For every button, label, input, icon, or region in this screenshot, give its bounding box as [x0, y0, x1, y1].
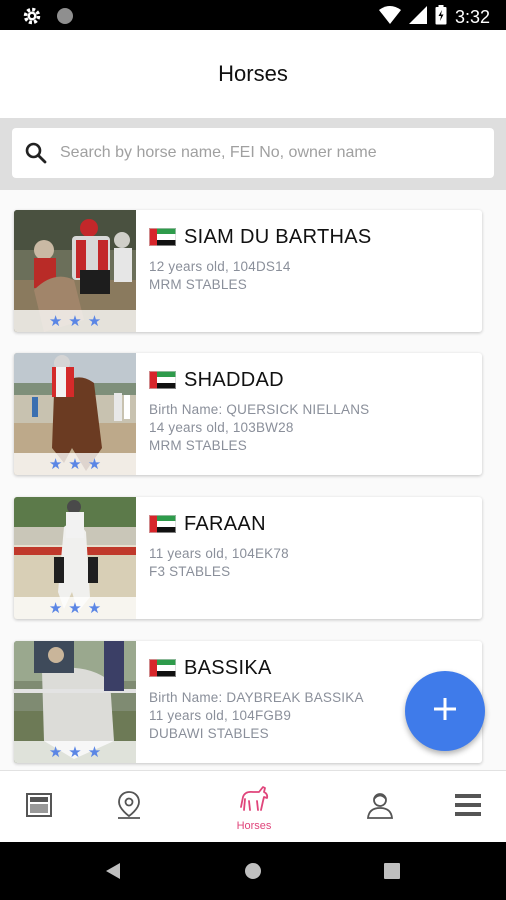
recents-icon[interactable] — [384, 863, 400, 884]
wifi-icon — [378, 5, 401, 30]
nav-item-location[interactable] — [104, 771, 154, 843]
star-icon: ★ — [87, 313, 102, 330]
rider-icon — [365, 790, 395, 825]
star-icon: ★ — [48, 600, 63, 617]
battery-icon — [435, 5, 447, 30]
plus-icon — [432, 696, 458, 727]
menu-icon — [454, 792, 482, 823]
signal-icon — [408, 6, 427, 29]
horse-name: SIAM DU BARTHAS — [184, 225, 372, 248]
horse-card[interactable]: ★ ★ ★ SIAM DU BARTHAS 12 years old, 104DS1… — [14, 210, 482, 332]
star-icon: ★ — [68, 600, 82, 617]
home-icon[interactable] — [244, 862, 262, 885]
horse-detail: 11 years old, 104EK78 — [149, 546, 289, 561]
horse-stable: MRM STABLES — [149, 277, 247, 292]
star-icon: ★ — [87, 456, 102, 473]
uae-flag-icon — [149, 228, 176, 246]
horse-detail: 14 years old, 103BW28 — [149, 420, 294, 435]
nav-item-news[interactable] — [14, 771, 64, 843]
star-icon: ★ — [48, 313, 63, 330]
star-rating: ★ ★ ★ — [14, 453, 136, 475]
status-bar: 3:32 — [0, 0, 506, 30]
horse-detail: 12 years old, 104DS14 — [149, 259, 291, 274]
location-pin-icon — [115, 790, 143, 825]
star-rating: ★ ★ ★ — [14, 310, 136, 332]
settings-icon — [22, 6, 42, 31]
news-icon — [25, 791, 53, 824]
nav-item-profile[interactable] — [355, 771, 405, 843]
status-time: 3:32 — [454, 7, 490, 27]
back-icon[interactable] — [104, 862, 122, 885]
page-title: Horses — [218, 61, 288, 86]
horse-name: BASSIKA — [184, 656, 272, 679]
star-icon: ★ — [48, 456, 63, 473]
horse-stable: F3 STABLES — [149, 564, 231, 579]
search-icon[interactable] — [12, 141, 60, 165]
circle-icon — [56, 7, 74, 30]
search-bar — [0, 118, 506, 190]
system-nav-bar — [0, 842, 506, 900]
horse-name: SHADDAD — [184, 368, 284, 391]
star-icon: ★ — [68, 744, 82, 761]
star-icon: ★ — [68, 313, 82, 330]
star-icon: ★ — [87, 600, 102, 617]
nav-item-menu[interactable] — [443, 771, 493, 843]
horse-card[interactable]: ★ ★ ★ SHADDAD Birth Name: QUERSICK NIELLAN… — [14, 353, 482, 475]
uae-flag-icon — [149, 659, 176, 677]
star-rating: ★ ★ ★ — [14, 741, 136, 763]
app-header: Horses — [0, 30, 506, 118]
nav-item-horses[interactable]: Horses — [222, 771, 286, 843]
horse-name: FARAAN — [184, 512, 266, 535]
star-icon: ★ — [87, 744, 102, 761]
search-box[interactable] — [12, 128, 494, 178]
horse-card[interactable]: ★ ★ ★ FARAAN 11 years old, 104EK78 F3 STAB… — [14, 497, 482, 619]
star-icon: ★ — [68, 456, 82, 473]
bottom-nav: Horses — [0, 770, 506, 842]
star-rating: ★ ★ ★ — [14, 597, 136, 619]
horse-stable: MRM STABLES — [149, 438, 247, 453]
nav-item-label: Horses — [236, 819, 272, 832]
uae-flag-icon — [149, 515, 176, 533]
add-horse-button[interactable] — [405, 671, 485, 751]
horse-icon — [237, 783, 271, 818]
uae-flag-icon — [149, 371, 176, 389]
search-input[interactable] — [60, 144, 494, 162]
horse-birth-name: Birth Name: QUERSICK NIELLANS — [149, 402, 370, 417]
star-icon: ★ — [48, 744, 63, 761]
